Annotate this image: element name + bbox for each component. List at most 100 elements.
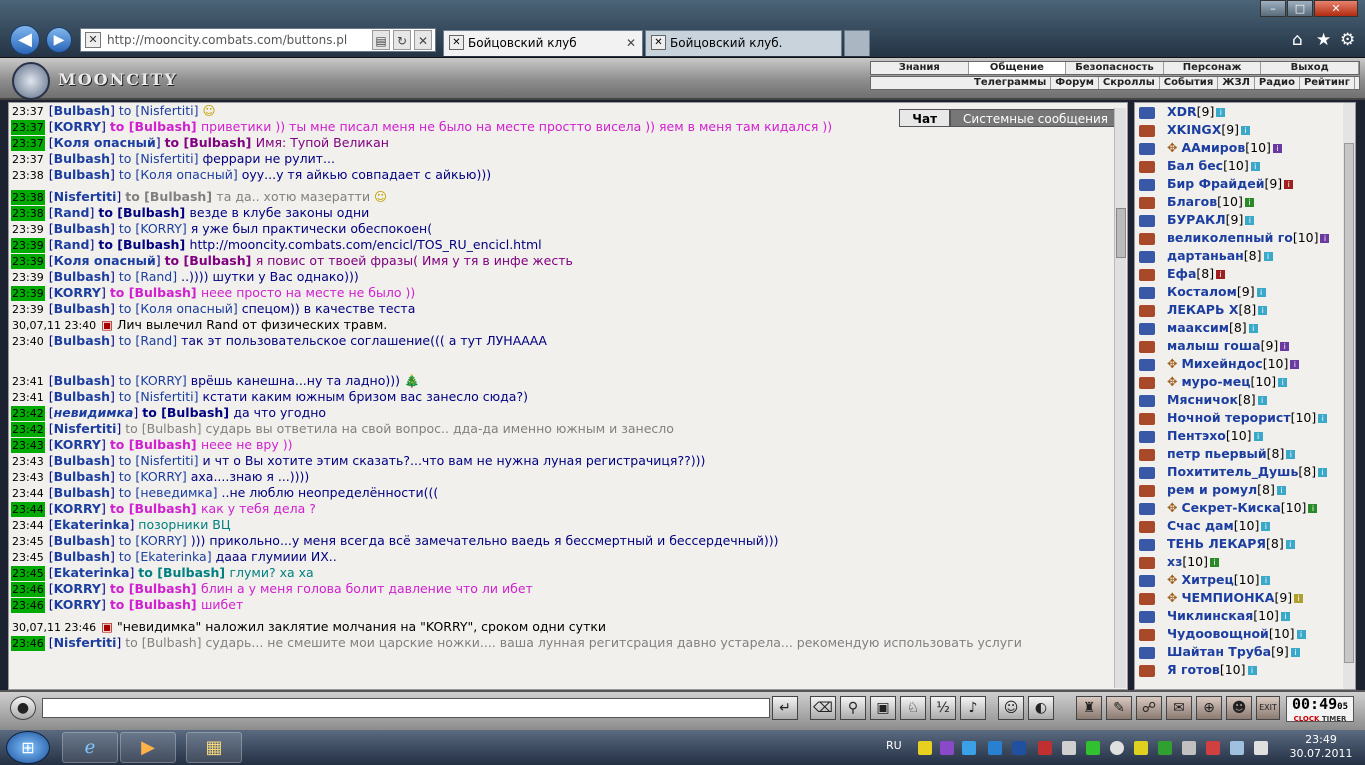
chat-input[interactable] — [42, 698, 770, 718]
user-name[interactable]: Секрет-Киска — [1181, 500, 1280, 515]
user-name[interactable]: Косталом — [1167, 284, 1237, 299]
speed-icon[interactable]: ½ — [930, 696, 956, 720]
user-name[interactable]: Шайтан Труба — [1167, 644, 1271, 659]
top-menu-item[interactable]: Знания — [871, 62, 969, 74]
filter-icon[interactable]: ⚲ — [840, 696, 866, 720]
user-name[interactable]: Чудоовощной — [1167, 626, 1269, 641]
user-status-icon[interactable] — [1139, 646, 1155, 659]
message-time[interactable]: 23:39 — [11, 238, 45, 253]
user-row[interactable]: Благов[10] i — [1135, 193, 1355, 211]
tab-combats-1[interactable]: ✕ Бойцовский клуб ✕ — [443, 30, 643, 56]
system-clock[interactable]: 23:49 30.07.2011 — [1288, 733, 1354, 761]
user-name[interactable]: Похититель_Душь — [1167, 464, 1298, 479]
user-status-icon[interactable] — [1139, 340, 1155, 353]
user-status-icon[interactable] — [1139, 304, 1155, 317]
user-status-icon[interactable] — [1139, 322, 1155, 335]
message-recipient[interactable]: Bulbash — [189, 135, 245, 150]
user-name[interactable]: ЧЕМПИОНКА — [1181, 590, 1274, 605]
user-info-icon[interactable]: i — [1250, 162, 1260, 171]
user-info-icon[interactable]: i — [1320, 234, 1330, 243]
tray-icon-1[interactable] — [918, 741, 932, 755]
user-row[interactable]: Пентэхо[10] i — [1135, 427, 1355, 445]
message-recipient[interactable]: KORRY — [140, 533, 182, 548]
translit-icon[interactable]: ◐ — [1028, 696, 1054, 720]
user-row[interactable]: великолепный го[10] i — [1135, 229, 1355, 247]
new-tab-button[interactable] — [844, 30, 870, 56]
user-name[interactable]: Я готов — [1167, 662, 1220, 677]
user-status-icon[interactable] — [1139, 142, 1155, 155]
user-info-icon[interactable]: i — [1258, 306, 1268, 315]
message-recipient[interactable]: Nisfertiti — [140, 151, 193, 166]
user-row[interactable]: Счас дам[10] i — [1135, 517, 1355, 535]
message-author[interactable]: Ekaterinka — [54, 565, 130, 580]
user-name[interactable]: БУРАКЛ — [1167, 212, 1226, 227]
message-time[interactable]: 23:39 — [11, 302, 45, 317]
user-name[interactable]: Ефа — [1167, 266, 1196, 281]
message-time[interactable]: 23:46 — [11, 598, 45, 613]
user-row[interactable]: XDR[9] i — [1135, 103, 1355, 121]
message-recipient[interactable]: Bulbash — [134, 501, 190, 516]
message-recipient[interactable]: Bulbash — [123, 237, 179, 252]
user-status-icon[interactable] — [1139, 484, 1155, 497]
user-row[interactable]: Я готов[10] i — [1135, 661, 1355, 679]
user-row[interactable]: Похититель_Душь[8] i — [1135, 463, 1355, 481]
message-author[interactable]: Bulbash — [54, 453, 110, 468]
message-author[interactable]: Bulbash — [54, 389, 110, 404]
user-name[interactable]: Чиклинская — [1167, 608, 1253, 623]
user-name[interactable]: хз — [1167, 554, 1182, 569]
user-name[interactable]: рем и ромул — [1167, 482, 1257, 497]
user-name[interactable]: великолепный го — [1167, 230, 1293, 245]
walk-icon[interactable]: ♘ — [900, 696, 926, 720]
message-time[interactable]: 23:42 — [11, 406, 45, 421]
start-button[interactable]: ⊞ — [6, 731, 50, 764]
user-status-icon[interactable] — [1139, 160, 1155, 173]
user-status-icon[interactable] — [1139, 268, 1155, 281]
message-author[interactable]: KORRY — [54, 501, 101, 516]
message-recipient[interactable]: Nisfertiti — [140, 389, 193, 404]
message-time[interactable]: 23:46 — [11, 636, 45, 651]
tab-close-icon[interactable]: ✕ — [626, 31, 636, 55]
message-time[interactable]: 23:41 — [11, 390, 45, 405]
top-menu-item[interactable]: Безопасность — [1066, 62, 1164, 74]
back-button[interactable]: ◀ — [10, 25, 40, 55]
message-recipient[interactable]: Коля опасный — [140, 301, 233, 316]
send-button[interactable]: ↵ — [772, 696, 798, 720]
smiles-icon[interactable]: ☺ — [998, 696, 1024, 720]
user-info-icon[interactable]: i — [1296, 630, 1306, 639]
message-author[interactable]: Bulbash — [54, 301, 110, 316]
chat-mode-icon[interactable]: ● — [10, 696, 36, 720]
user-row[interactable]: рем и ромул[8] i — [1135, 481, 1355, 499]
message-author[interactable]: Коля опасный — [54, 253, 156, 268]
user-row[interactable]: ✥ Хитрец[10] i — [1135, 571, 1355, 589]
message-author[interactable]: Коля опасный — [54, 135, 156, 150]
message-time[interactable]: 23:39 — [11, 270, 45, 285]
tab-system-messages[interactable]: Системные сообщения — [950, 109, 1121, 127]
user-info-icon[interactable]: i — [1318, 468, 1328, 477]
user-info-icon[interactable]: i — [1308, 504, 1318, 513]
message-recipient[interactable]: Bulbash — [189, 253, 245, 268]
user-name[interactable]: Хитрец — [1181, 572, 1233, 587]
user-row[interactable]: Косталом[9] i — [1135, 283, 1355, 301]
user-status-icon[interactable] — [1139, 574, 1155, 587]
home-icon[interactable]: ⌂ — [1292, 30, 1303, 50]
tray-icon-9[interactable] — [1110, 741, 1124, 755]
user-row[interactable]: Бал бес[10] i — [1135, 157, 1355, 175]
user-name[interactable]: Пентэхо — [1167, 428, 1226, 443]
message-author[interactable]: KORRY — [54, 597, 101, 612]
explorer-taskbar-icon[interactable]: ▦ — [186, 732, 242, 763]
message-recipient[interactable]: Bulbash — [134, 285, 190, 300]
user-name[interactable]: ТЕНЬ ЛЕКАРЯ — [1167, 536, 1266, 551]
message-author[interactable]: KORRY — [54, 437, 101, 452]
user-name[interactable]: мааксим — [1167, 320, 1229, 335]
message-author[interactable]: Nisfertiti — [54, 635, 117, 650]
user-status-icon[interactable] — [1139, 628, 1155, 641]
message-time[interactable]: 23:37 — [11, 104, 45, 119]
user-row[interactable]: Бир Фрайдей[9] i — [1135, 175, 1355, 193]
message-time[interactable]: 30,07,11 23:40 — [11, 318, 97, 333]
tray-icon-5[interactable] — [1012, 741, 1026, 755]
ie-taskbar-icon[interactable]: ℯ — [62, 732, 118, 763]
message-author[interactable]: Bulbash — [54, 151, 110, 166]
minimize-button[interactable]: – — [1260, 0, 1286, 17]
user-row[interactable]: Чудоовощной[10] i — [1135, 625, 1355, 643]
message-recipient[interactable]: Bulbash — [147, 421, 197, 436]
